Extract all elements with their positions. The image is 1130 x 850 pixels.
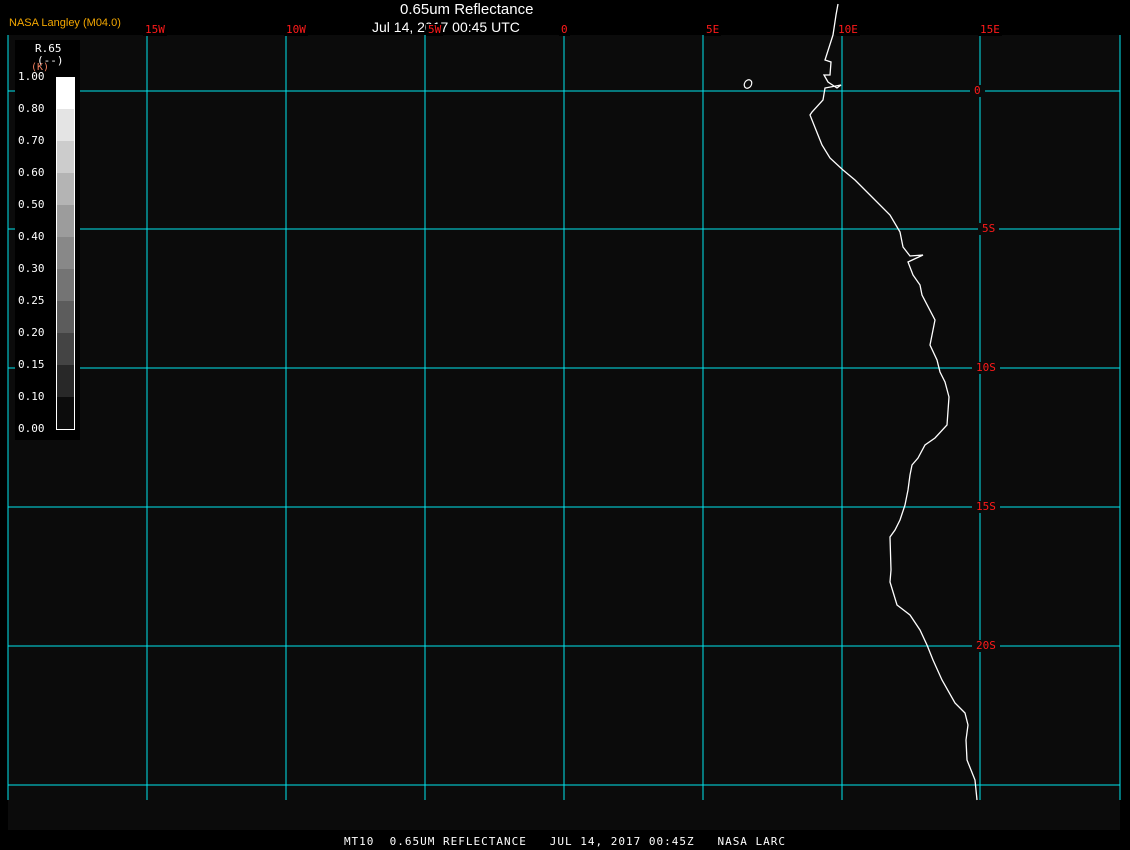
- colorbar-tick-label: 0.25: [18, 294, 45, 307]
- colorbar-tick-label: 1.00: [18, 70, 45, 83]
- colorbar-tick-label: 0.50: [18, 198, 45, 211]
- latitude-label: 15S: [972, 501, 1000, 513]
- latitude-label: 20S: [972, 640, 1000, 652]
- color-legend: R.65 (--) (K) 1.00 0.80 0.70 0.60 0.50 0.40 0.…: [15, 40, 80, 440]
- longitude-label: 15W: [143, 23, 167, 36]
- colorbar-tick-label: 0.60: [18, 166, 45, 179]
- colorbar-frame: [56, 77, 75, 430]
- colorbar-tick-label: 0.30: [18, 262, 45, 275]
- longitude-label: 10W: [284, 23, 308, 36]
- longitude-label: 5W: [426, 23, 444, 36]
- longitude-label: 15E: [978, 23, 1002, 36]
- colorbar-tick-label: 0.00: [18, 422, 45, 435]
- colorbar-tick-label: 0.40: [18, 230, 45, 243]
- colorbar-tick-label: 0.70: [18, 134, 45, 147]
- longitude-label: 10E: [836, 23, 860, 36]
- latitude-label: 0: [970, 85, 985, 97]
- colorbar-tick-label: 0.15: [18, 358, 45, 371]
- brand-label: NASA Langley (M04.0): [9, 17, 121, 29]
- image-title: 0.65um Reflectance: [400, 1, 534, 18]
- latitude-label: 10S: [972, 362, 1000, 374]
- colorbar-tick-label: 0.10: [18, 390, 45, 403]
- coastline: [809, 3, 978, 801]
- footer-caption: MT10 0.65UM REFLECTANCE JUL 14, 2017 00:…: [0, 834, 1130, 850]
- longitude-label: 5E: [704, 23, 722, 36]
- colorbar-tick-label: 0.80: [18, 102, 45, 115]
- map-overlay: [7, 3, 1121, 801]
- island-outline: [743, 79, 753, 89]
- longitude-label: 0: [559, 23, 570, 36]
- latitude-label: 5S: [978, 223, 1000, 235]
- colorbar-tick-label: 0.20: [18, 326, 45, 339]
- image-timestamp: Jul 14, 2017 00:45 UTC: [372, 19, 520, 35]
